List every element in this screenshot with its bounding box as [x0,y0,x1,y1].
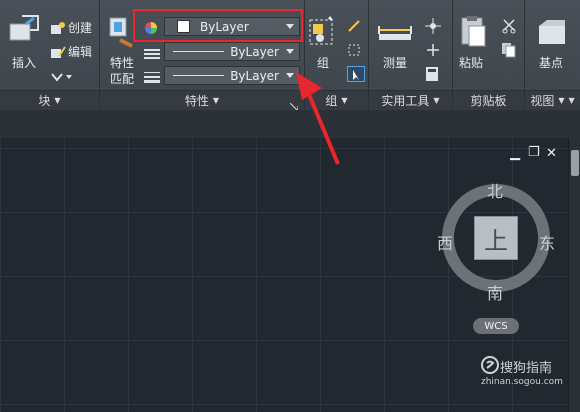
viewcube-top-face[interactable]: 上 [474,216,518,260]
watermark-brand: 搜狗指南 [500,361,553,376]
chevron-down-icon: ▼ [568,96,575,105]
wcs-label: WCS [484,320,508,332]
compass-east[interactable]: 东 [539,230,555,254]
lineweight-dropdown[interactable]: ByLayer [164,66,300,85]
copy-icon[interactable] [501,42,517,62]
paste-label[interactable]: 粘贴 [459,54,483,71]
match-properties-icon[interactable] [108,16,136,54]
wcs-menu-button[interactable]: WCS [473,318,519,334]
annotation-arrow-icon [296,72,340,165]
utilities-footer-label: 实用工具 [381,94,430,108]
utilities-panel-footer[interactable]: 实用工具 ▼ [369,90,452,110]
compass-west[interactable]: 西 [437,230,453,254]
basepoint-label[interactable]: 基点 [539,54,563,71]
ungroup-icon[interactable] [347,18,361,37]
utilities-panel: 测量 实用工具 ▼ [369,0,453,110]
linetype-dropdown[interactable]: ByLayer [164,42,300,61]
quick-select-icon[interactable] [425,18,441,38]
group-edit-icon[interactable] [347,42,361,61]
chevron-down-icon: ▼ [558,96,565,105]
point-icon[interactable] [425,42,441,62]
basepoint-icon[interactable] [537,18,567,50]
view-panel: 基点 视图 ▼ ▼ [525,0,580,110]
view-panel-footer[interactable]: 视图 ▼ ▼ [525,90,580,110]
annotation-highlight-box [133,9,303,42]
measure-icon[interactable] [377,22,413,48]
lineweight-value: ByLayer [230,68,279,83]
edit-block-icon[interactable] [50,44,66,63]
calculator-icon[interactable] [425,66,439,86]
block-footer-label: 块 [38,94,51,108]
compass-south[interactable]: 南 [487,280,503,304]
block-panel: 插入 创建 编辑 块 ▼ [0,0,100,110]
paste-icon[interactable] [459,14,487,54]
properties-panel-footer[interactable]: 特性 ▼ [100,90,304,110]
lineweight-preview [173,75,225,76]
create-label[interactable]: 创建 [68,19,92,36]
cut-icon[interactable] [501,18,517,38]
chevron-down-icon: ▼ [212,96,220,105]
match-properties-label-line1[interactable]: 特性 [110,54,134,71]
edit-label[interactable]: 编辑 [68,43,92,60]
view-footer-label: 视图 [530,94,555,108]
create-block-icon[interactable] [50,20,66,39]
chevron-down-icon: ▼ [433,96,440,105]
lineweight-icon [144,69,160,88]
watermark-url: zhinan.sogou.com [481,377,563,387]
clipboard-panel: 粘贴 剪贴板 [453,0,525,110]
chevron-down-icon [286,49,294,54]
clipboard-footer-label: 剪贴板 [470,94,507,108]
insert-label[interactable]: 插入 [12,54,36,71]
linetype-icon [144,45,160,64]
group-icon[interactable] [308,14,336,52]
clipboard-panel-footer[interactable]: 剪贴板 [453,90,524,110]
compass-north[interactable]: 北 [487,178,503,202]
chevron-down-icon: ▼ [54,96,61,105]
properties-footer-label: 特性 [184,94,209,108]
close-viewport-button[interactable]: ✕ [546,146,557,161]
block-panel-footer[interactable]: 块 ▼ [0,90,99,110]
linetype-preview [173,51,225,52]
minimize-viewport-button[interactable]: ▁ [510,146,520,161]
match-properties-label-line2[interactable]: 匹配 [110,70,134,87]
sogou-logo-icon [481,356,499,374]
restore-viewport-button[interactable]: ❐ [528,145,540,160]
insert-block-icon[interactable] [8,14,42,48]
vertical-scrollbar[interactable] [568,138,580,412]
block-attribute-icon[interactable] [50,68,74,87]
linetype-value: ByLayer [230,44,279,59]
measure-label[interactable]: 测量 [383,54,407,71]
autocad-window: { "block_panel": { "insert_label": "插入",… [0,0,580,412]
scrollbar-thumb[interactable] [571,150,579,176]
